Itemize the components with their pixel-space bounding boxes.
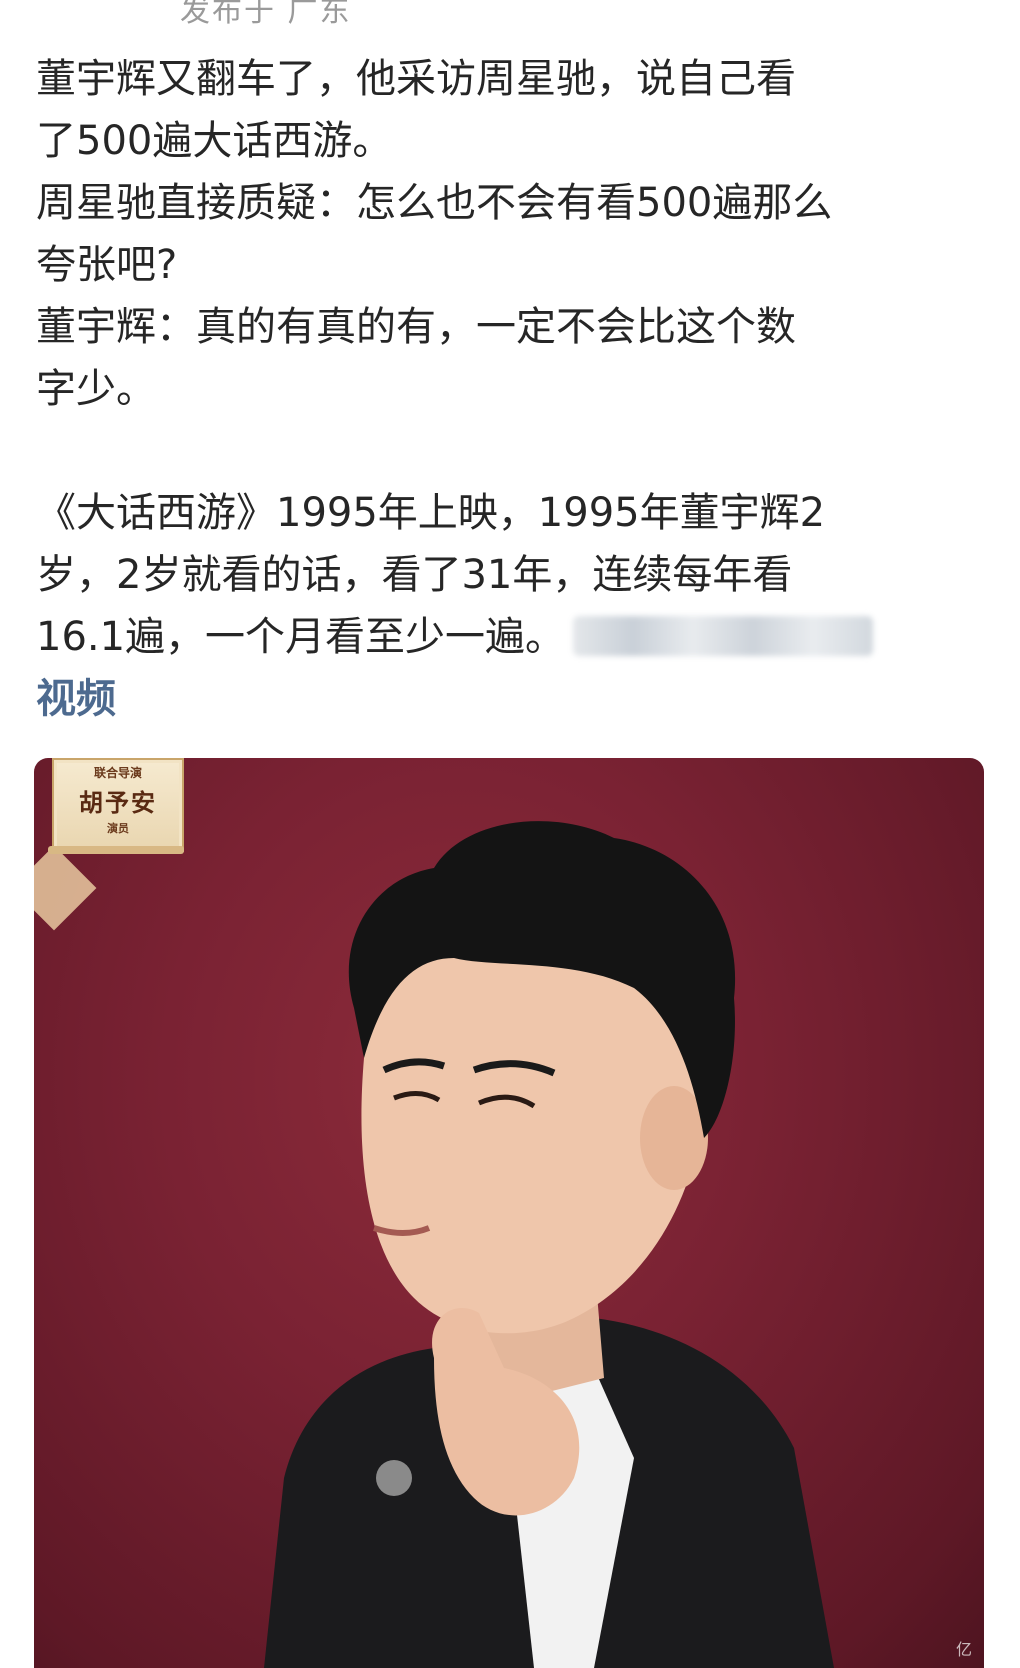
watermark: 亿 (955, 1640, 972, 1659)
lapel-mic (376, 1460, 412, 1496)
post-line: 董宇辉：真的有真的有，一定不会比这个数 (36, 304, 796, 350)
name-badge: 联合导演 胡予安 演员 (52, 758, 184, 852)
badge-sub: 演员 (107, 822, 129, 835)
badge-name: 胡予安 (79, 789, 157, 817)
post-line: 岁，2岁就看的话，看了31年，连续每年看 (36, 552, 793, 598)
post-paragraph-2: 《大话西游》1995年上映，1995年董宇辉2 岁，2岁就看的话，看了31年，连… (36, 482, 986, 668)
post-line: 16.1遍，一个月看至少一遍。 (36, 606, 986, 668)
video-thumbnail (264, 821, 834, 1668)
video-link[interactable]: 视频 (36, 668, 116, 730)
post-location: 发布于 广东 (180, 0, 352, 29)
post-line: 董宇辉又翻车了，他采访周星驰，说自己看 (36, 56, 796, 102)
post-line: 夸张吧? (36, 242, 178, 288)
video-player[interactable]: 联合导演 胡予安 演员 亿 (34, 758, 984, 1668)
badge-role: 联合导演 (93, 766, 142, 780)
post-line: 了500遍大话西游。 (36, 118, 393, 164)
post-line: 周星驰直接质疑：怎么也不会有看500遍那么 (36, 180, 833, 226)
post-line: 字少。 (36, 366, 156, 412)
badge-scroll-bar (48, 846, 184, 854)
post-line-text: 16.1遍，一个月看至少一遍。 (36, 614, 566, 660)
post-paragraph-1: 董宇辉又翻车了，他采访周星驰，说自己看 了500遍大话西游。 周星驰直接质疑：怎… (36, 48, 986, 420)
post-line: 《大话西游》1995年上映，1995年董宇辉2 (36, 490, 826, 536)
post-body: 董宇辉又翻车了，他采访周星驰，说自己看 了500遍大话西游。 周星驰直接质疑：怎… (36, 48, 986, 730)
blurred-hashtag (573, 616, 874, 656)
